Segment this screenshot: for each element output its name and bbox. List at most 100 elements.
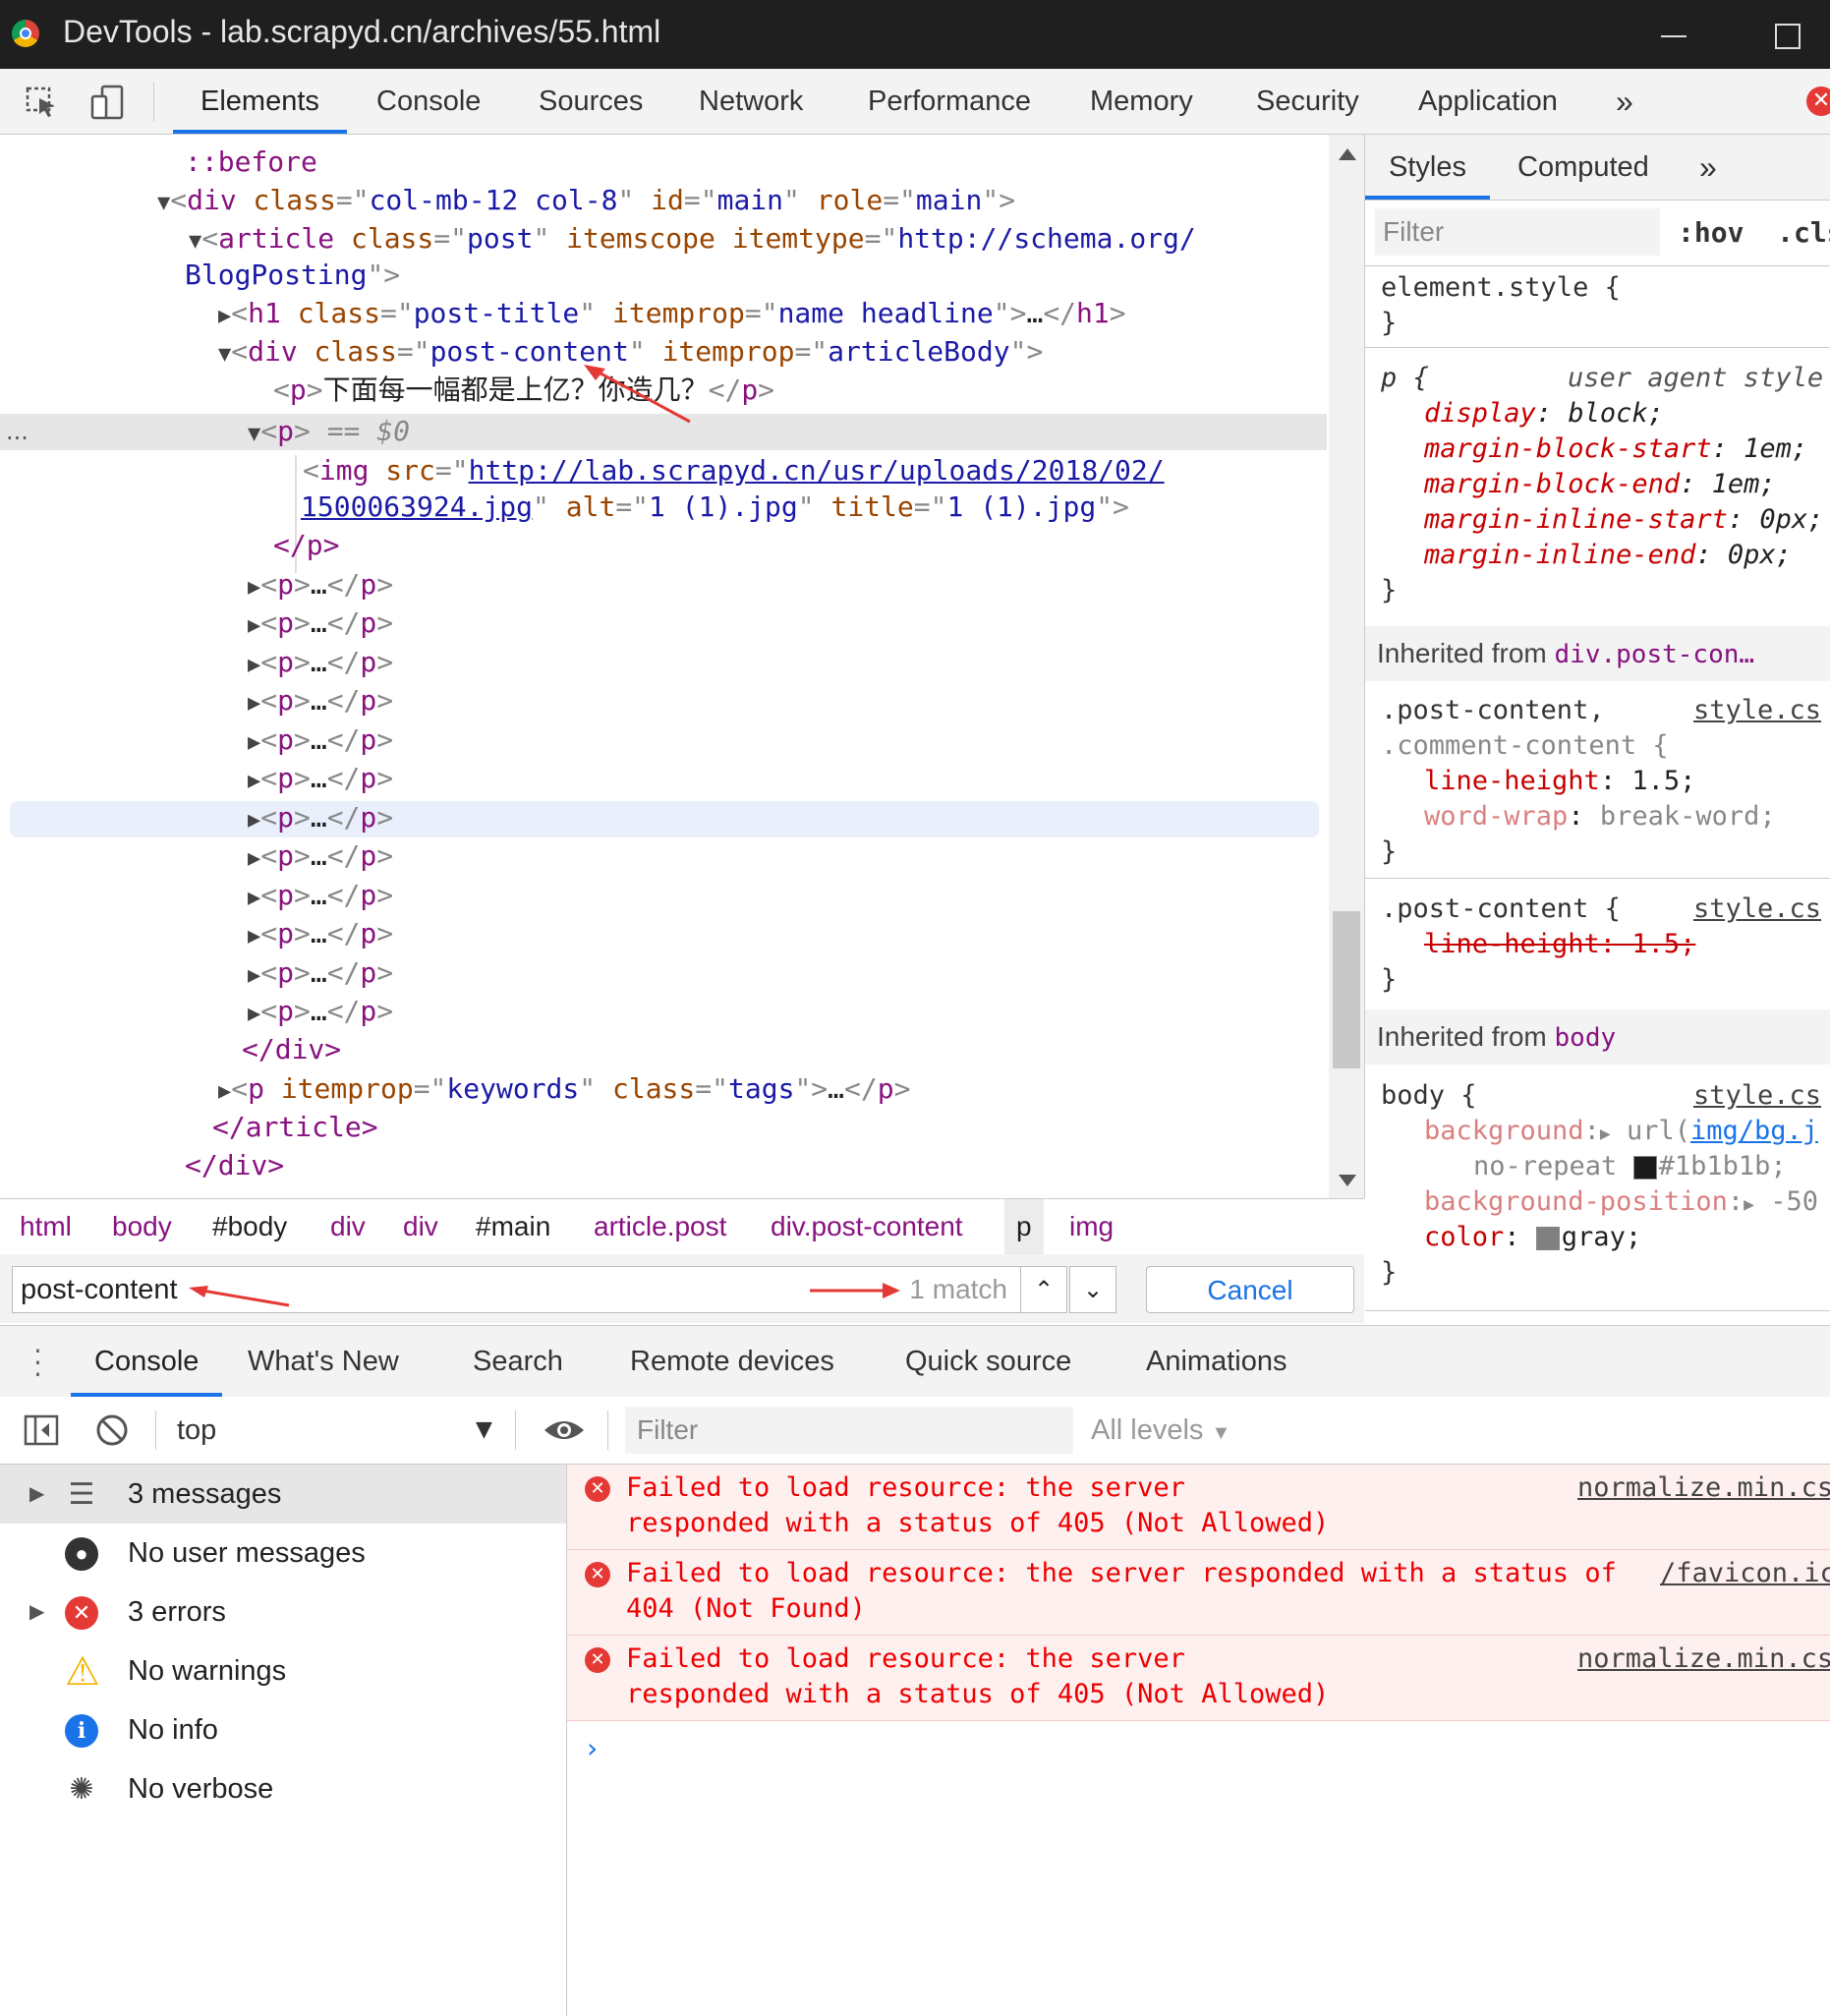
- tab-computed[interactable]: Computed: [1517, 135, 1649, 200]
- breadcrumb-item[interactable]: body: [106, 1199, 178, 1254]
- tab-sources[interactable]: Sources: [539, 69, 643, 134]
- breadcrumb-item[interactable]: html: [14, 1199, 78, 1254]
- dom-p-collapsed[interactable]: ▶<p>…</p>: [248, 838, 393, 874]
- css-property[interactable]: line-height: 1.5;: [1424, 764, 1695, 799]
- sidebar-item-warnings[interactable]: ⚠ No warnings: [0, 1642, 566, 1700]
- color-swatch[interactable]: [1535, 1226, 1560, 1250]
- tab-styles[interactable]: Styles: [1365, 135, 1490, 200]
- element-style-rule[interactable]: element.style {: [1381, 270, 1621, 306]
- search-cancel-button[interactable]: Cancel: [1146, 1266, 1354, 1313]
- device-toolbar-icon[interactable]: [88, 83, 128, 122]
- img-src-link-cont[interactable]: 1500063924.jpg: [301, 490, 533, 523]
- tab-security[interactable]: Security: [1256, 69, 1359, 134]
- scroll-up-icon[interactable]: [1339, 148, 1356, 160]
- drawer-tab-remote-devices[interactable]: Remote devices: [630, 1326, 834, 1397]
- row-options-icon[interactable]: ...: [6, 414, 29, 449]
- tab-application[interactable]: Application: [1418, 69, 1558, 134]
- sidebar-toggle-icon[interactable]: [22, 1411, 61, 1450]
- dom-p-collapsed[interactable]: ▶<p>…</p>: [248, 878, 393, 913]
- dom-pseudo-before[interactable]: ::before: [185, 144, 317, 180]
- scroll-down-icon[interactable]: [1339, 1175, 1356, 1186]
- css-property[interactable]: color: gray;: [1424, 1220, 1641, 1255]
- css-property[interactable]: background-position:▶ -50: [1424, 1184, 1818, 1223]
- expand-arrow-icon[interactable]: ▶: [29, 1465, 44, 1524]
- dom-p-close[interactable]: </p>: [273, 528, 339, 563]
- stylesheet-link[interactable]: style.cs: [1693, 1078, 1821, 1114]
- dom-p-collapsed[interactable]: ▶<p>…</p>: [248, 722, 393, 758]
- console-error-message[interactable]: ✕ Failed to load resource: the server re…: [567, 1636, 1830, 1721]
- sidebar-item-verbose[interactable]: ✺ No verbose: [0, 1759, 566, 1818]
- drawer-tab-animations[interactable]: Animations: [1146, 1326, 1287, 1397]
- dom-p-collapsed[interactable]: ▶<p>…</p>: [248, 605, 393, 641]
- cls-toggle[interactable]: .cls: [1777, 216, 1830, 249]
- sidebar-item-user-messages[interactable]: ● No user messages: [0, 1524, 566, 1583]
- clear-console-icon[interactable]: [92, 1411, 132, 1450]
- eye-icon[interactable]: [543, 1411, 584, 1450]
- drawer-menu-icon[interactable]: · · ·: [33, 1338, 42, 1389]
- tab-elements[interactable]: Elements: [173, 69, 347, 134]
- dom-article[interactable]: ▼<article class="post" itemscope itemtyp…: [189, 221, 1196, 257]
- color-swatch[interactable]: [1632, 1155, 1657, 1180]
- elements-scrollbar[interactable]: [1329, 135, 1364, 1198]
- minimize-icon[interactable]: [1661, 35, 1687, 37]
- drawer-tab-whats-new[interactable]: What's New: [248, 1326, 399, 1397]
- bg-image-link[interactable]: img/bg.j: [1690, 1116, 1818, 1146]
- overridden-property[interactable]: line-height: 1.5;: [1424, 927, 1695, 962]
- expand-arrow-icon[interactable]: ▶: [29, 1583, 44, 1642]
- message-source-link[interactable]: normalize.min.cs: [1577, 1470, 1830, 1506]
- breadcrumb-item[interactable]: div: [324, 1199, 372, 1254]
- breadcrumb-item[interactable]: #body: [206, 1199, 293, 1254]
- context-selector[interactable]: top: [177, 1397, 216, 1464]
- sidebar-item-messages[interactable]: ▶ ☰ 3 messages: [0, 1465, 566, 1524]
- console-error-message[interactable]: ✕ Failed to load resource: the server re…: [567, 1465, 1830, 1550]
- dom-search-input[interactable]: post-content 1 match: [12, 1266, 1022, 1313]
- console-prompt[interactable]: ›: [587, 1732, 598, 1764]
- console-error-message[interactable]: ✕ Failed to load resource: the server re…: [567, 1550, 1830, 1636]
- dom-div-main[interactable]: ▼<div class="col-mb-12 col-8" id="main" …: [157, 183, 1015, 218]
- css-property[interactable]: background:▶ url(img/bg.j: [1424, 1114, 1818, 1152]
- message-source-link[interactable]: /favicon.ic: [1660, 1556, 1830, 1591]
- collapse-triangle-icon[interactable]: ▶: [218, 304, 231, 328]
- chevron-down-icon[interactable]: ▼: [476, 1397, 492, 1464]
- styles-filter-input[interactable]: Filter: [1375, 208, 1660, 256]
- breadcrumb-item[interactable]: #main: [470, 1199, 556, 1254]
- drawer-tab-search[interactable]: Search: [473, 1326, 563, 1397]
- hov-toggle[interactable]: :hov .cls: [1678, 201, 1830, 265]
- expand-triangle-icon[interactable]: ▼: [189, 229, 201, 254]
- dom-p-collapsed[interactable]: ▶<p>…</p>: [248, 761, 393, 796]
- dom-p-collapsed[interactable]: ▶<p>…</p>: [248, 645, 393, 680]
- tab-performance[interactable]: Performance: [868, 69, 1031, 134]
- tab-console[interactable]: Console: [376, 69, 481, 134]
- dom-p-collapsed[interactable]: ▶<p>…</p>: [248, 800, 393, 835]
- breadcrumb-item[interactable]: img: [1063, 1199, 1119, 1254]
- dom-div-close[interactable]: </div>: [242, 1032, 341, 1067]
- tab-memory[interactable]: Memory: [1090, 69, 1193, 134]
- drawer-tab-console[interactable]: Console: [71, 1326, 223, 1397]
- breadcrumb-item[interactable]: article.post: [588, 1199, 732, 1254]
- dom-p-collapsed[interactable]: ▶<p>…</p>: [248, 683, 393, 719]
- inspect-element-icon[interactable]: [22, 83, 61, 122]
- dom-div-post-content[interactable]: ▼<div class="post-content" itemprop="art…: [218, 334, 1043, 370]
- dom-p-selected[interactable]: ▼<p> == $0: [248, 414, 410, 449]
- dom-p-collapsed[interactable]: ▶<p>…</p>: [248, 994, 393, 1029]
- expand-triangle-icon[interactable]: ▼: [157, 191, 170, 215]
- log-levels-dropdown[interactable]: All levels ▼: [1091, 1397, 1230, 1467]
- search-previous-button[interactable]: ⌃: [1020, 1266, 1067, 1313]
- stylesheet-link[interactable]: style.cs: [1693, 892, 1821, 927]
- dom-article-close[interactable]: </article>: [212, 1110, 378, 1145]
- console-filter-input[interactable]: Filter: [625, 1407, 1073, 1454]
- breadcrumb-item-active[interactable]: p: [1004, 1199, 1044, 1254]
- search-next-button[interactable]: ⌄: [1069, 1266, 1116, 1313]
- css-property[interactable]: word-wrap: break-word;: [1424, 799, 1776, 835]
- maximize-icon[interactable]: [1775, 24, 1801, 49]
- dom-p-text[interactable]: <p>下面每一幅都是上亿？你造几？</p>: [273, 373, 774, 408]
- inherited-selector-link[interactable]: body: [1555, 1023, 1617, 1053]
- drawer-tab-quick-source[interactable]: Quick source: [905, 1326, 1071, 1397]
- message-source-link[interactable]: normalize.min.cs: [1577, 1642, 1830, 1677]
- dom-p-collapsed[interactable]: ▶<p>…</p>: [248, 955, 393, 991]
- error-count-icon[interactable]: ✕: [1806, 86, 1830, 116]
- breadcrumb-item[interactable]: div: [397, 1199, 444, 1254]
- tab-network[interactable]: Network: [699, 69, 803, 134]
- sidebar-item-errors[interactable]: ▶ ✕ 3 errors: [0, 1583, 566, 1642]
- scrollbar-thumb[interactable]: [1333, 911, 1360, 1068]
